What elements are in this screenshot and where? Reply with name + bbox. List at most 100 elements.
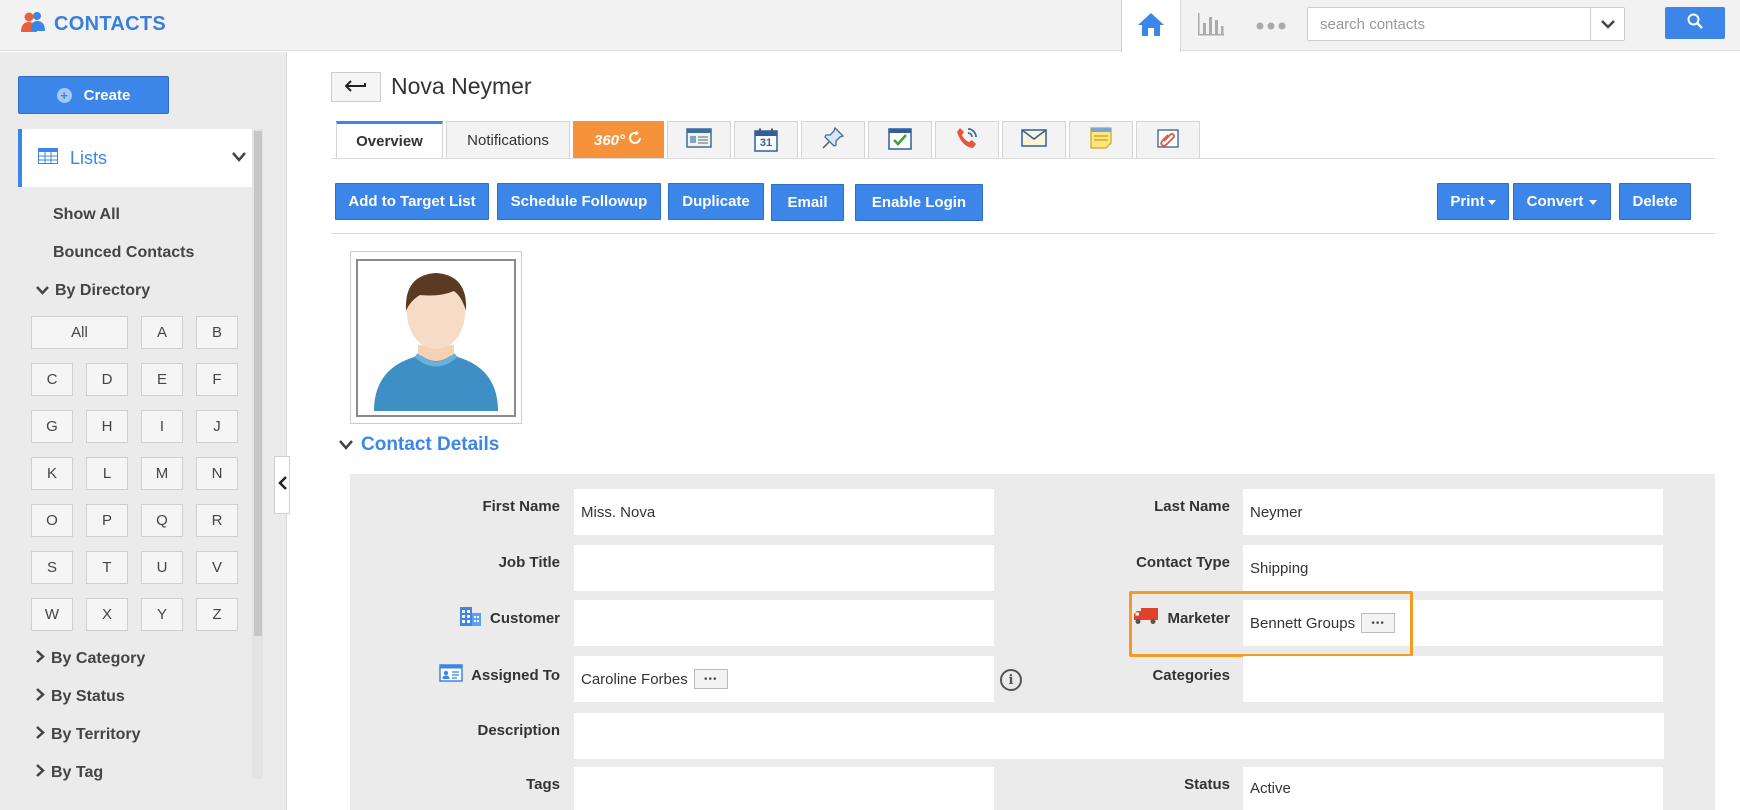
calendar-icon: 31 xyxy=(754,128,778,152)
building-icon xyxy=(458,605,482,631)
letter-button[interactable]: J xyxy=(196,410,238,443)
sidebar-item-show-all[interactable]: Show All xyxy=(53,206,120,224)
page-title: Nova Neymer xyxy=(391,73,532,99)
sidebar-group-by-territory[interactable]: By Territory xyxy=(36,726,141,744)
letter-button[interactable]: O xyxy=(31,504,73,537)
section-title: Contact Details xyxy=(361,434,500,455)
letter-button[interactable]: C xyxy=(31,363,73,396)
chevron-down-icon xyxy=(36,282,49,300)
plus-icon: + xyxy=(56,87,72,103)
letter-button[interactable]: P xyxy=(86,504,128,537)
tab-call[interactable] xyxy=(935,121,999,159)
duplicate-button[interactable]: Duplicate xyxy=(668,183,764,220)
call-icon xyxy=(954,125,980,155)
categories-field[interactable] xyxy=(1243,656,1663,702)
letter-button[interactable]: Z xyxy=(196,598,238,631)
print-button[interactable]: Print xyxy=(1437,183,1509,220)
letter-button[interactable]: W xyxy=(31,598,73,631)
add-to-target-list-button[interactable]: Add to Target List xyxy=(335,183,489,220)
sidebar-group-by-status[interactable]: By Status xyxy=(36,688,125,706)
print-label: Print xyxy=(1450,193,1485,210)
tab-360[interactable]: 360° xyxy=(573,121,664,159)
letter-button[interactable]: A xyxy=(141,316,183,349)
letter-button[interactable]: D xyxy=(86,363,128,396)
tab-calendar[interactable]: 31 xyxy=(734,121,798,159)
tab-mail[interactable] xyxy=(1002,121,1066,159)
email-button[interactable]: Email xyxy=(771,184,844,221)
more-icon xyxy=(1256,17,1286,34)
info-icon[interactable]: i xyxy=(1000,669,1022,691)
convert-label: Convert xyxy=(1526,193,1584,210)
letter-button[interactable]: G xyxy=(31,410,73,443)
job-title-field[interactable] xyxy=(574,545,994,591)
tab-note[interactable] xyxy=(1069,121,1133,159)
sidebar-group-by-tag[interactable]: By Tag xyxy=(36,764,103,782)
letter-button[interactable]: N xyxy=(196,457,238,490)
tab-details[interactable] xyxy=(667,121,731,159)
letter-button[interactable]: K xyxy=(31,457,73,490)
customer-field[interactable] xyxy=(574,600,994,646)
create-button[interactable]: + Create xyxy=(18,76,169,114)
description-field[interactable] xyxy=(574,713,1664,759)
contact-type-field[interactable]: Shipping xyxy=(1243,545,1663,591)
back-button[interactable] xyxy=(331,72,381,102)
tab-overview[interactable]: Overview xyxy=(336,121,443,159)
assigned-to-more-button[interactable]: ••• xyxy=(693,669,728,689)
last-name-field[interactable]: Neymer xyxy=(1243,489,1663,535)
tags-label: Tags xyxy=(526,775,560,793)
contact-photo[interactable] xyxy=(350,251,522,424)
collapse-sidebar-button[interactable] xyxy=(274,456,290,514)
tab-task[interactable] xyxy=(868,121,932,159)
more-button[interactable] xyxy=(1241,0,1301,51)
sidebar-group-label: By Category xyxy=(51,650,146,667)
sidebar-group-by-directory[interactable]: By Directory xyxy=(36,282,150,300)
description-label: Description xyxy=(477,721,560,739)
enable-login-button[interactable]: Enable Login xyxy=(855,184,983,221)
brand[interactable]: CONTACTS xyxy=(20,10,166,38)
assigned-to-field[interactable]: Caroline Forbes ••• xyxy=(574,656,994,702)
tab-pin[interactable] xyxy=(801,121,865,159)
first-name-field[interactable]: Miss. Nova xyxy=(574,489,994,535)
schedule-followup-button[interactable]: Schedule Followup xyxy=(497,183,661,220)
status-field[interactable]: Active xyxy=(1243,767,1663,810)
create-label: Create xyxy=(83,86,131,104)
letter-button[interactable]: B xyxy=(196,316,238,349)
chevron-right-icon xyxy=(36,688,45,706)
home-icon xyxy=(1137,11,1165,41)
lists-header[interactable]: Lists xyxy=(18,129,252,187)
sidebar-scrollbar-thumb[interactable] xyxy=(254,131,262,636)
letter-button[interactable]: M xyxy=(141,457,183,490)
letter-button-all[interactable]: All xyxy=(31,316,128,349)
search-input[interactable] xyxy=(1308,8,1578,40)
letter-button[interactable]: L xyxy=(86,457,128,490)
tags-field[interactable] xyxy=(574,767,994,810)
home-button[interactable] xyxy=(1121,0,1181,52)
convert-button[interactable]: Convert xyxy=(1513,183,1611,220)
sidebar-scrollbar[interactable] xyxy=(252,129,263,779)
sidebar-item-bounced-contacts[interactable]: Bounced Contacts xyxy=(53,244,194,262)
reports-button[interactable] xyxy=(1181,0,1241,51)
letter-button[interactable]: I xyxy=(141,410,183,443)
letter-button[interactable]: X xyxy=(86,598,128,631)
sidebar-group-by-category[interactable]: By Category xyxy=(36,650,145,668)
letter-button[interactable]: S xyxy=(31,551,73,584)
letter-button[interactable]: V xyxy=(196,551,238,584)
id-card-icon xyxy=(439,664,463,686)
letter-button[interactable]: E xyxy=(141,363,183,396)
letter-button[interactable]: T xyxy=(86,551,128,584)
delete-button[interactable]: Delete xyxy=(1619,183,1691,220)
letter-button[interactable]: R xyxy=(196,504,238,537)
letter-button[interactable]: Q xyxy=(141,504,183,537)
contact-details-header[interactable]: Contact Details xyxy=(339,434,499,456)
search-dropdown-button[interactable] xyxy=(1590,8,1624,40)
letter-button[interactable]: U xyxy=(141,551,183,584)
letter-button[interactable]: H xyxy=(86,410,128,443)
calendar-day-number: 31 xyxy=(759,137,773,149)
tab-attachment[interactable] xyxy=(1136,121,1200,159)
details-icon xyxy=(686,127,712,153)
tab-notifications[interactable]: Notifications xyxy=(446,121,570,159)
search-button[interactable] xyxy=(1665,7,1725,39)
letter-button[interactable]: Y xyxy=(141,598,183,631)
actions-divider xyxy=(331,233,1715,234)
letter-button[interactable]: F xyxy=(196,363,238,396)
